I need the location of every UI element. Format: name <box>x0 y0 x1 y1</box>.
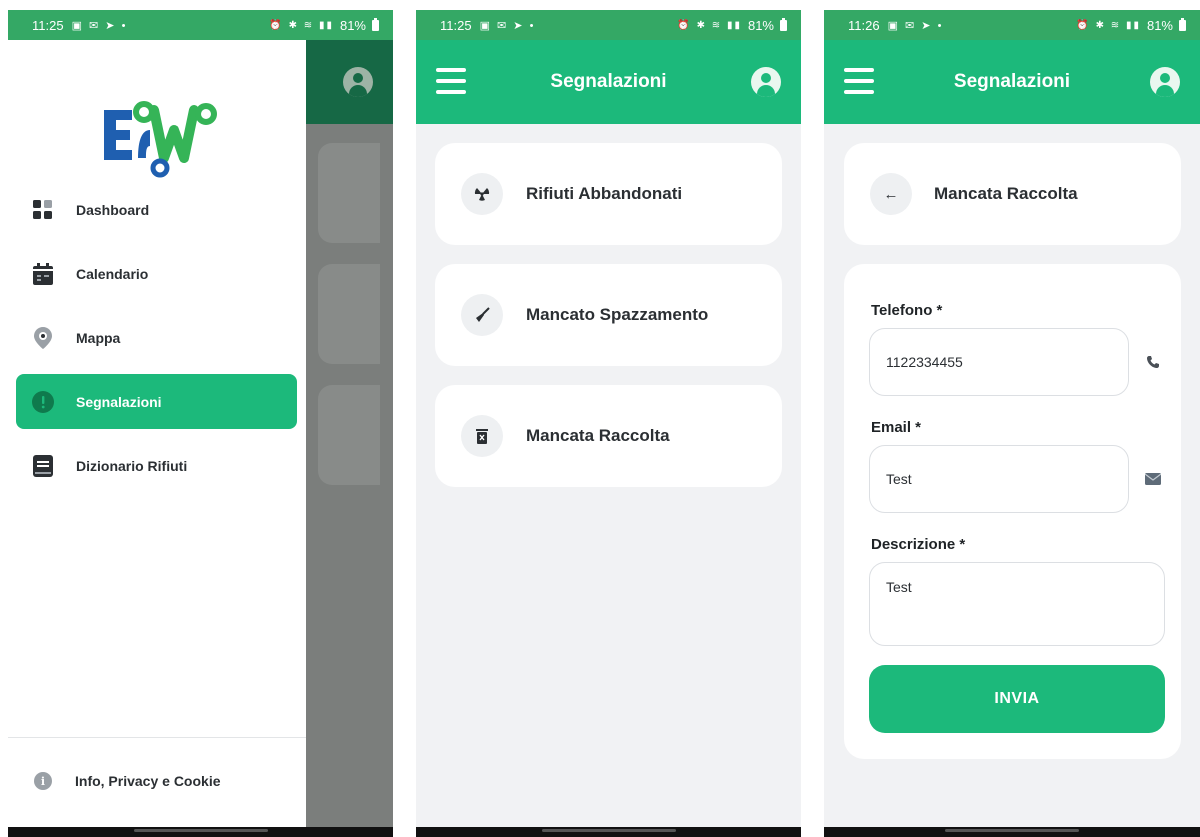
app-bar: Segnalazioni <box>824 40 1200 124</box>
signal-icons: ⏰ ✱ ≋ ▮▮ <box>269 19 334 31</box>
form-header-card: ← Mancata Raccolta <box>844 143 1181 245</box>
sidebar-item-label: Dashboard <box>76 201 150 218</box>
sidebar-item-label: Segnalazioni <box>76 393 162 410</box>
segnalazioni-screen: 11:25 ▣ ✉ ➤ • ⏰ ✱ ≋ ▮▮ 81% Segnalazioni … <box>416 10 801 837</box>
envelope-icon <box>1144 470 1162 488</box>
signal-icons: ⏰ ✱ ≋ ▮▮ <box>677 19 742 31</box>
info-privacy-label: Info, Privacy e Cookie <box>75 773 221 789</box>
info-icon: i <box>34 772 52 790</box>
status-bar: 11:25 ▣ ✉ ➤ • ⏰ ✱ ≋ ▮▮ 81% <box>416 10 801 40</box>
status-bar: 11:26 ▣ ✉ ➤ • ⏰ ✱ ≋ ▮▮ 81% <box>824 10 1200 40</box>
drawer-divider <box>8 737 306 738</box>
category-label: Mancata Raccolta <box>526 426 670 445</box>
user-avatar-icon[interactable] <box>751 67 781 97</box>
home-indicator[interactable] <box>541 829 676 832</box>
sidebar-item-mappa[interactable]: Mappa <box>16 310 297 365</box>
category-card-mancata-raccolta[interactable]: Mancata Raccolta <box>435 385 782 487</box>
status-bar: 11:25 ▣ ✉ ➤ • ⏰ ✱ ≋ ▮▮ 81% <box>8 10 393 40</box>
notification-icons: ▣ ✉ ➤ • <box>71 19 128 32</box>
page-title: Segnalazioni <box>550 71 667 92</box>
battery-icon <box>372 17 379 31</box>
form-title: Mancata Raccolta <box>934 184 1078 203</box>
category-label: Rifiuti Abbandonati <box>526 184 683 203</box>
status-right: ⏰ ✱ ≋ ▮▮ 81% <box>1076 17 1186 33</box>
menu-icon[interactable] <box>436 68 466 94</box>
status-time: 11:25 <box>32 17 64 33</box>
status-right: ⏰ ✱ ≋ ▮▮ 81% <box>269 17 379 33</box>
phone-icon <box>1144 353 1162 371</box>
status-time: 11:26 <box>848 17 880 33</box>
notification-icons: ▣ ✉ ➤ • <box>479 19 536 32</box>
radiation-icon <box>461 173 503 215</box>
home-indicator[interactable] <box>945 829 1079 832</box>
sidebar-item-calendario[interactable]: Calendario <box>16 246 297 301</box>
category-card-mancato-spazzamento[interactable]: Mancato Spazzamento <box>435 264 782 366</box>
map-pin-icon <box>32 326 54 349</box>
dimmed-user-avatar-icon <box>343 67 373 97</box>
drawer-screen: 11:25 ▣ ✉ ➤ • ⏰ ✱ ≋ ▮▮ 81% Dashboard Cal… <box>8 10 393 837</box>
dimmed-card <box>318 385 380 485</box>
signal-icons: ⏰ ✱ ≋ ▮▮ <box>1076 19 1141 31</box>
notification-icons: ▣ ✉ ➤ • <box>887 19 944 32</box>
arrow-left-icon[interactable]: ← <box>870 173 912 215</box>
category-label: Mancato Spazzamento <box>526 305 709 324</box>
page-title: Segnalazioni <box>953 71 1071 92</box>
phone-field[interactable]: 1122334455 <box>869 328 1129 396</box>
system-nav-bar <box>824 827 1200 837</box>
book-icon <box>32 454 54 477</box>
sidebar-item-segnalazioni[interactable]: Segnalazioni <box>16 374 297 429</box>
category-card-rifiuti-abbandonati[interactable]: Rifiuti Abbandonati <box>435 143 782 245</box>
battery-icon <box>780 17 787 31</box>
email-field[interactable]: Test <box>869 445 1129 513</box>
navigation-drawer: Dashboard Calendario Mappa Segnalazioni … <box>8 40 306 837</box>
menu-icon[interactable] <box>844 68 874 94</box>
battery-percent: 81% <box>339 17 366 33</box>
phone-label: Telefono * <box>871 302 943 319</box>
sidebar-item-label: Dizionario Rifiuti <box>76 457 188 474</box>
report-form: Telefono * 1122334455 Email * Test Descr… <box>844 264 1181 759</box>
sidebar-item-label: Mappa <box>76 329 121 346</box>
status-right: ⏰ ✱ ≋ ▮▮ 81% <box>677 17 787 33</box>
battery-percent: 81% <box>1146 17 1173 33</box>
submit-button[interactable]: INVIA <box>869 665 1165 733</box>
battery-icon <box>1179 17 1186 31</box>
email-label: Email * <box>871 419 922 436</box>
status-time: 11:25 <box>440 17 472 33</box>
info-privacy-link[interactable]: i Info, Privacy e Cookie <box>34 772 221 790</box>
battery-percent: 81% <box>747 17 774 33</box>
system-nav-bar <box>8 827 393 837</box>
sidebar-item-label: Calendario <box>76 265 149 282</box>
alert-circle-icon <box>32 390 54 413</box>
broom-icon <box>461 294 503 336</box>
dashboard-grid-icon <box>32 199 54 221</box>
app-bar: Segnalazioni <box>416 40 801 124</box>
home-indicator[interactable] <box>133 829 268 832</box>
system-nav-bar <box>416 827 801 837</box>
dimmed-card <box>318 143 380 243</box>
description-label: Descrizione * <box>871 536 966 553</box>
description-textarea[interactable]: Test <box>869 562 1165 646</box>
calendar-icon <box>32 262 54 285</box>
mancata-raccolta-form-screen: 11:26 ▣ ✉ ➤ • ⏰ ✱ ≋ ▮▮ 81% Segnalazioni … <box>824 10 1200 837</box>
user-avatar-icon[interactable] <box>1150 67 1180 97</box>
sidebar-item-dizionario-rifiuti[interactable]: Dizionario Rifiuti <box>16 438 297 493</box>
dimmed-card <box>318 264 380 364</box>
trash-x-icon <box>461 415 503 457</box>
app-logo <box>98 100 218 185</box>
sidebar-item-dashboard[interactable]: Dashboard <box>16 182 297 237</box>
